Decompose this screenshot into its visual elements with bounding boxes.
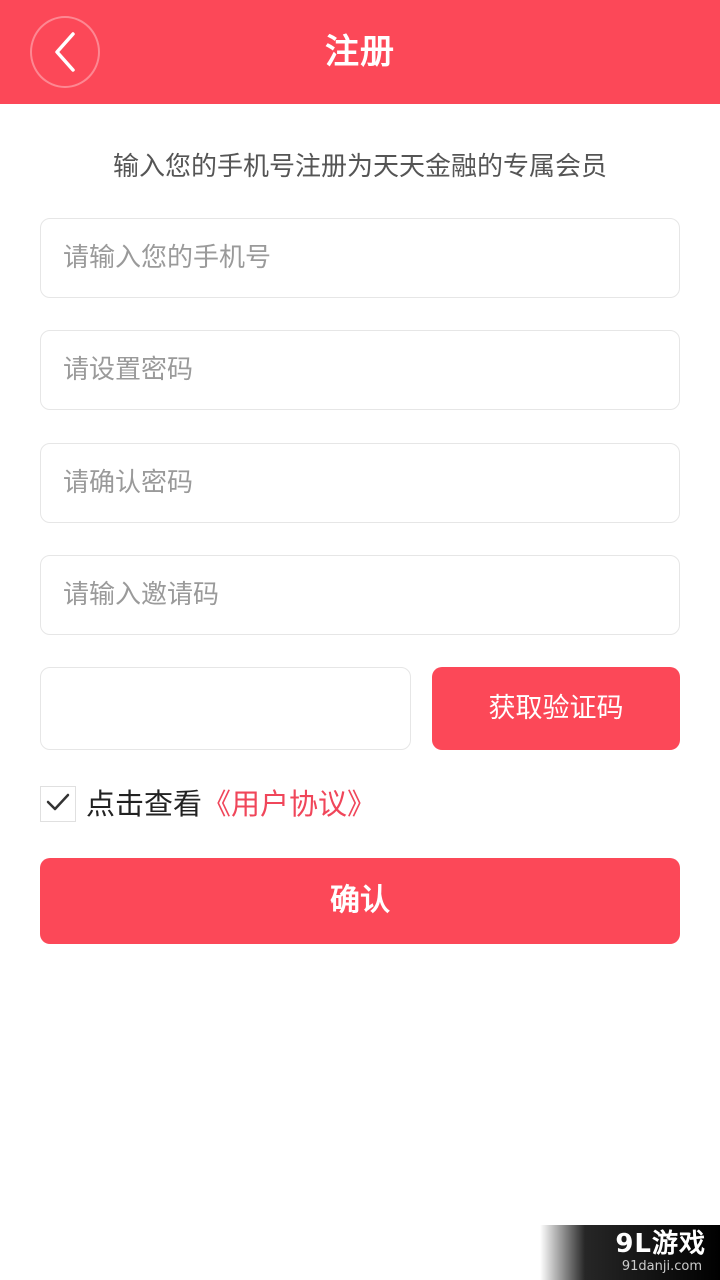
password-input[interactable] [40,330,680,410]
verification-code-input[interactable] [40,667,411,750]
confirm-button[interactable]: 确认 [40,858,680,944]
page-title: 注册 [325,32,395,72]
checkmark-icon [45,791,71,817]
watermark: 9L游戏 91danji.com [540,1225,720,1280]
agreement-prefix: 点击查看 [86,787,203,821]
confirm-password-input[interactable] [40,443,680,523]
get-verification-code-button[interactable]: 获取验证码 [432,667,680,750]
user-agreement-link[interactable]: 《用户协议》 [202,784,376,824]
header-bar: 注册 [0,0,720,104]
watermark-url: 91danji.com [621,1259,702,1274]
registration-subtitle: 输入您的手机号注册为天天金融的专属会员 [112,152,607,182]
invite-code-input[interactable] [40,555,680,635]
chevron-left-icon [51,30,79,74]
phone-input[interactable] [40,218,680,298]
agreement-row: 点击查看 《用户协议》 [40,784,376,824]
agreement-checkbox[interactable] [40,786,76,822]
watermark-logo-text: 9L游戏 [615,1229,706,1259]
back-button[interactable] [30,16,100,88]
